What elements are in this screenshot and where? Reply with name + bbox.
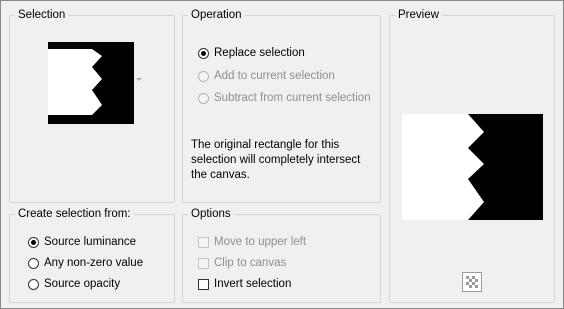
selection-group-title: Selection <box>15 8 69 22</box>
radio-dot <box>28 278 39 290</box>
radio-dot <box>198 92 209 104</box>
checkbox-clip-to-canvas[interactable]: Clip to canvas <box>198 255 286 271</box>
radio-dot <box>28 257 39 269</box>
checkbox-box <box>198 278 209 290</box>
chevron-down-icon[interactable] <box>136 78 142 81</box>
options-group: Options Move to upper left Clip to canva… <box>182 207 381 303</box>
radio-label: Add to current selection <box>214 70 335 82</box>
operation-group: Operation Replace selection Add to curre… <box>182 8 381 203</box>
preview-canvas <box>402 114 543 220</box>
create-from-group: Create selection from: Source luminance … <box>9 207 175 303</box>
radio-dot <box>198 47 209 59</box>
checkbox-label: Clip to canvas <box>214 257 287 269</box>
checker-pattern <box>466 276 478 288</box>
radio-label: Subtract from current selection <box>214 92 371 104</box>
preview-group-title: Preview <box>395 8 442 22</box>
radio-dot <box>198 70 209 82</box>
checkbox-invert-selection[interactable]: Invert selection <box>198 276 291 292</box>
radio-source-luminance[interactable]: Source luminance <box>28 234 136 250</box>
radio-subtract-from-selection[interactable]: Subtract from current selection <box>198 90 371 106</box>
radio-label: Replace selection <box>214 47 305 59</box>
transparency-checker-icon[interactable] <box>462 272 482 292</box>
radio-label: Any non-zero value <box>44 257 144 269</box>
checkbox-box <box>198 236 209 248</box>
checkbox-move-to-upper-left[interactable]: Move to upper left <box>198 234 306 250</box>
radio-any-non-zero-value[interactable]: Any non-zero value <box>28 255 143 271</box>
radio-label: Source luminance <box>44 236 137 248</box>
selection-shape-image <box>48 42 134 124</box>
checkbox-box <box>198 257 209 269</box>
operation-group-title: Operation <box>188 8 245 22</box>
preview-shape-image <box>468 114 543 220</box>
radio-label: Source opacity <box>44 278 121 290</box>
options-group-title: Options <box>188 207 234 221</box>
selection-group: Selection <box>9 8 175 203</box>
radio-source-opacity[interactable]: Source opacity <box>28 276 120 292</box>
preview-group: Preview <box>389 8 555 303</box>
radio-add-to-selection[interactable]: Add to current selection <box>198 68 335 84</box>
checkbox-label: Invert selection <box>214 278 292 290</box>
operation-message: The original rectangle for this selectio… <box>191 139 361 181</box>
radio-replace-selection[interactable]: Replace selection <box>198 45 305 61</box>
selection-thumbnail[interactable] <box>48 42 134 124</box>
create-from-group-title: Create selection from: <box>15 207 134 221</box>
radio-dot <box>28 236 39 248</box>
checkbox-label: Move to upper left <box>214 236 307 248</box>
